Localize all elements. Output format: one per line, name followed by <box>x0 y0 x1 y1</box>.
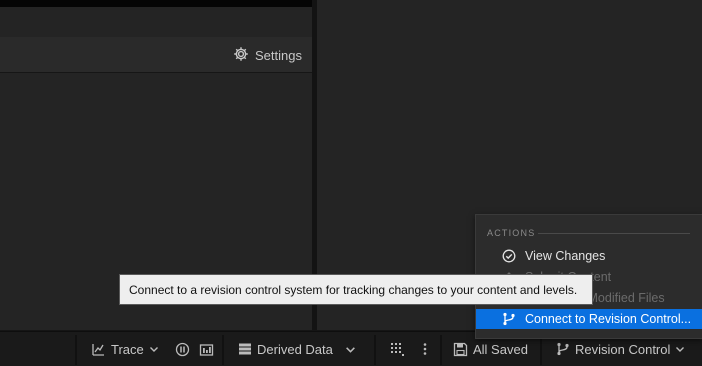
menu-item-view-changes[interactable]: View Changes <box>476 246 702 266</box>
derived-data-button[interactable]: Derived Data <box>238 332 333 366</box>
chevron-down-icon <box>345 344 356 355</box>
tooltip: Connect to a revision control system for… <box>119 274 593 305</box>
grid-dots-icon <box>390 342 404 356</box>
derived-data-dropdown[interactable] <box>345 332 356 366</box>
tooltip-text: Connect to a revision control system for… <box>129 282 578 297</box>
branch-icon <box>556 342 570 356</box>
status-separator <box>374 335 376 365</box>
derived-data-label: Derived Data <box>257 341 333 357</box>
status-separator <box>75 335 77 365</box>
revision-control-label: Revision Control <box>575 341 671 357</box>
all-saved-label: All Saved <box>473 341 528 357</box>
left-panel-header: Settings <box>0 37 312 73</box>
trace-record-button[interactable] <box>175 332 190 366</box>
chevron-down-icon <box>149 344 159 354</box>
trace-button[interactable]: Trace <box>91 332 159 366</box>
status-separator <box>440 335 442 365</box>
trace-label: Trace <box>111 341 144 357</box>
settings-button[interactable]: Settings <box>233 44 302 66</box>
viewport-strip <box>0 0 312 7</box>
trace-icon <box>91 342 106 357</box>
check-circle-icon <box>502 249 516 263</box>
status-separator <box>540 335 542 365</box>
snapshot-icon <box>199 342 214 357</box>
menu-item-label: Connect to Revision Control... <box>525 312 692 326</box>
gear-icon <box>233 46 249 65</box>
menu-section-title: ACTIONS <box>487 228 536 238</box>
save-icon <box>453 342 468 357</box>
menu-section-divider <box>538 233 690 234</box>
kebab-menu-icon <box>421 342 429 356</box>
cook-status-button[interactable] <box>390 332 404 366</box>
trace-snapshot-button[interactable] <box>199 332 214 366</box>
branch-icon <box>502 312 516 326</box>
record-icon <box>175 342 190 357</box>
more-options-button[interactable] <box>421 332 429 366</box>
status-separator <box>222 335 224 365</box>
chevron-down-icon <box>675 344 685 354</box>
menu-item-label: View Changes <box>525 249 606 263</box>
menu-item-connect-revision-control[interactable]: Connect to Revision Control... <box>476 309 702 329</box>
settings-label: Settings <box>255 47 302 63</box>
database-icon <box>238 342 252 356</box>
